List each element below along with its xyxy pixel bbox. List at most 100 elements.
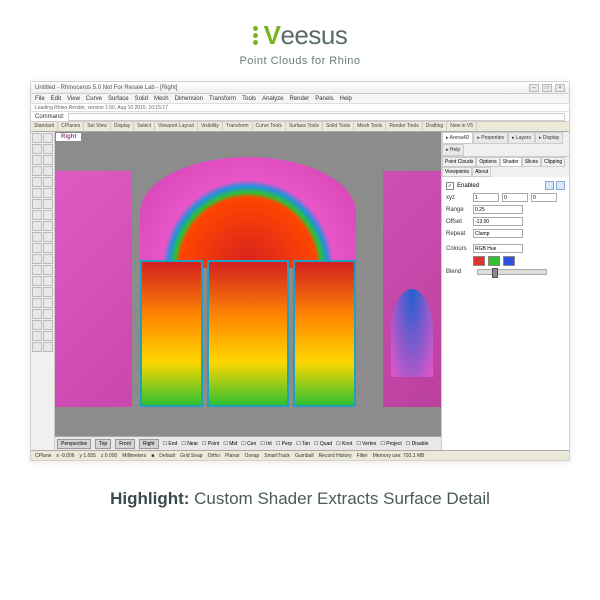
status-gumball[interactable]: Gumball [295, 453, 314, 459]
tool-button[interactable] [43, 177, 53, 187]
tool-button[interactable] [43, 287, 53, 297]
menu-panels[interactable]: Panels [315, 96, 333, 102]
maximize-button[interactable]: □ [542, 84, 552, 92]
osnap-cen[interactable]: ☐ Cen [241, 441, 256, 447]
viewport-tab-perspective[interactable]: Perspective [57, 439, 91, 449]
status-record-history[interactable]: Record History [319, 453, 352, 459]
osnap-end[interactable]: ☐ End [163, 441, 178, 447]
status-ortho[interactable]: Ortho [208, 453, 221, 459]
tool-button[interactable] [43, 298, 53, 308]
osnap-near[interactable]: ☐ Near [181, 441, 198, 447]
status-osnap[interactable]: Osnap [245, 453, 260, 459]
osnap-point[interactable]: ☐ Point [202, 441, 219, 447]
viewport-tab-right[interactable]: Right [139, 439, 159, 449]
tool-button[interactable] [43, 232, 53, 242]
tool-button[interactable] [32, 155, 42, 165]
tool-button[interactable] [32, 276, 42, 286]
menu-file[interactable]: File [35, 96, 45, 102]
tool-button[interactable] [43, 199, 53, 209]
viewport-tab-top[interactable]: Top [95, 439, 111, 449]
osnap-knot[interactable]: ☐ Knot [336, 441, 352, 447]
enabled-checkbox[interactable]: ✓ [446, 182, 454, 190]
panel-subtab-options[interactable]: Options [476, 157, 499, 167]
osnap-disable[interactable]: ☐ Disable [406, 441, 429, 447]
menu-dimension[interactable]: Dimension [175, 96, 203, 102]
toolbar-tab[interactable]: New in V5 [447, 122, 477, 131]
command-input[interactable] [68, 113, 565, 121]
tool-button[interactable] [32, 232, 42, 242]
toolbar-tab[interactable]: Mesh Tools [354, 122, 386, 131]
close-button[interactable]: × [555, 84, 565, 92]
toolbar-tab[interactable]: Select [134, 122, 155, 131]
toolbar-tab[interactable]: CPlanes [58, 122, 84, 131]
panel-subtab-viewpoints[interactable]: Viewpoints [442, 167, 472, 177]
panel-action-icon[interactable] [556, 181, 565, 190]
toolbar-tab[interactable]: Curve Tools [253, 122, 286, 131]
osnap-vertex[interactable]: ☐ Vertex [356, 441, 376, 447]
menu-help[interactable]: Help [340, 96, 352, 102]
tool-button[interactable] [32, 133, 42, 143]
tool-button[interactable] [32, 199, 42, 209]
panel-tab-display[interactable]: ▸ Display [535, 132, 563, 144]
status-smarttrack[interactable]: SmartTrack [264, 453, 290, 459]
offset-input[interactable]: -13.00 [473, 217, 523, 226]
menu-surface[interactable]: Surface [108, 96, 129, 102]
tool-button[interactable] [43, 320, 53, 330]
tool-button[interactable] [32, 188, 42, 198]
tool-button[interactable] [43, 309, 53, 319]
viewport[interactable]: Right PerspectiveTopFrontRight☐ End☐ Nea… [55, 132, 441, 450]
toolbar-tab[interactable]: Surface Tools [286, 122, 323, 131]
swatch-green[interactable] [488, 256, 500, 266]
tool-button[interactable] [32, 166, 42, 176]
tool-button[interactable] [43, 133, 53, 143]
tool-button[interactable] [43, 243, 53, 253]
tool-button[interactable] [32, 221, 42, 231]
tool-button[interactable] [32, 265, 42, 275]
tool-button[interactable] [32, 309, 42, 319]
tool-button[interactable] [32, 320, 42, 330]
panel-subtab-about[interactable]: About [472, 167, 491, 177]
tool-button[interactable] [32, 243, 42, 253]
tool-button[interactable] [43, 254, 53, 264]
swatch-red[interactable] [473, 256, 485, 266]
osnap-perp[interactable]: ☐ Perp [276, 441, 292, 447]
panel-subtab-clipping[interactable]: Clipping [541, 157, 565, 167]
osnap-tan[interactable]: ☐ Tan [296, 441, 310, 447]
osnap-quad[interactable]: ☐ Quad [314, 441, 332, 447]
toolbar-tab[interactable]: Visibility [198, 122, 223, 131]
tool-button[interactable] [32, 298, 42, 308]
tool-button[interactable] [43, 155, 53, 165]
toolbar-tab[interactable]: Display [111, 122, 134, 131]
osnap-mid[interactable]: ☐ Mid [223, 441, 237, 447]
panel-tab-layers[interactable]: ▸ Layers [508, 132, 535, 144]
status-planar[interactable]: Planar [225, 453, 239, 459]
xyz-z-input[interactable]: 0 [531, 193, 557, 202]
tool-button[interactable] [43, 342, 53, 352]
osnap-project[interactable]: ☐ Project [380, 441, 401, 447]
menu-tools[interactable]: Tools [242, 96, 256, 102]
xyz-y-input[interactable]: 0 [502, 193, 528, 202]
tool-button[interactable] [32, 287, 42, 297]
panel-tab-properties[interactable]: ▸ Properties [473, 132, 508, 144]
status-filter[interactable]: Filter [357, 453, 368, 459]
range-input[interactable]: 0.25 [473, 205, 523, 214]
tool-button[interactable] [43, 144, 53, 154]
xyz-x-input[interactable]: 1 [473, 193, 499, 202]
menu-render[interactable]: Render [290, 96, 310, 102]
toolbar-tab[interactable]: Set View [84, 122, 111, 131]
swatch-blue[interactable] [503, 256, 515, 266]
panel-subtab-shader[interactable]: Shader [500, 157, 522, 167]
tool-button[interactable] [32, 254, 42, 264]
tool-button[interactable] [43, 265, 53, 275]
tool-button[interactable] [32, 331, 42, 341]
panel-action-icon[interactable] [545, 181, 554, 190]
menu-solid[interactable]: Solid [135, 96, 148, 102]
tool-button[interactable] [43, 276, 53, 286]
panel-tab-arena4d[interactable]: ▸ Arena4D [442, 132, 473, 144]
toolbar-tab[interactable]: Transform [223, 122, 253, 131]
toolbar-tab[interactable]: Drafting [423, 122, 448, 131]
osnap-int[interactable]: ☐ Int [260, 441, 271, 447]
panel-subtab-point-clouds[interactable]: Point Clouds [442, 157, 476, 167]
tool-button[interactable] [43, 188, 53, 198]
viewport-label[interactable]: Right [55, 132, 82, 142]
